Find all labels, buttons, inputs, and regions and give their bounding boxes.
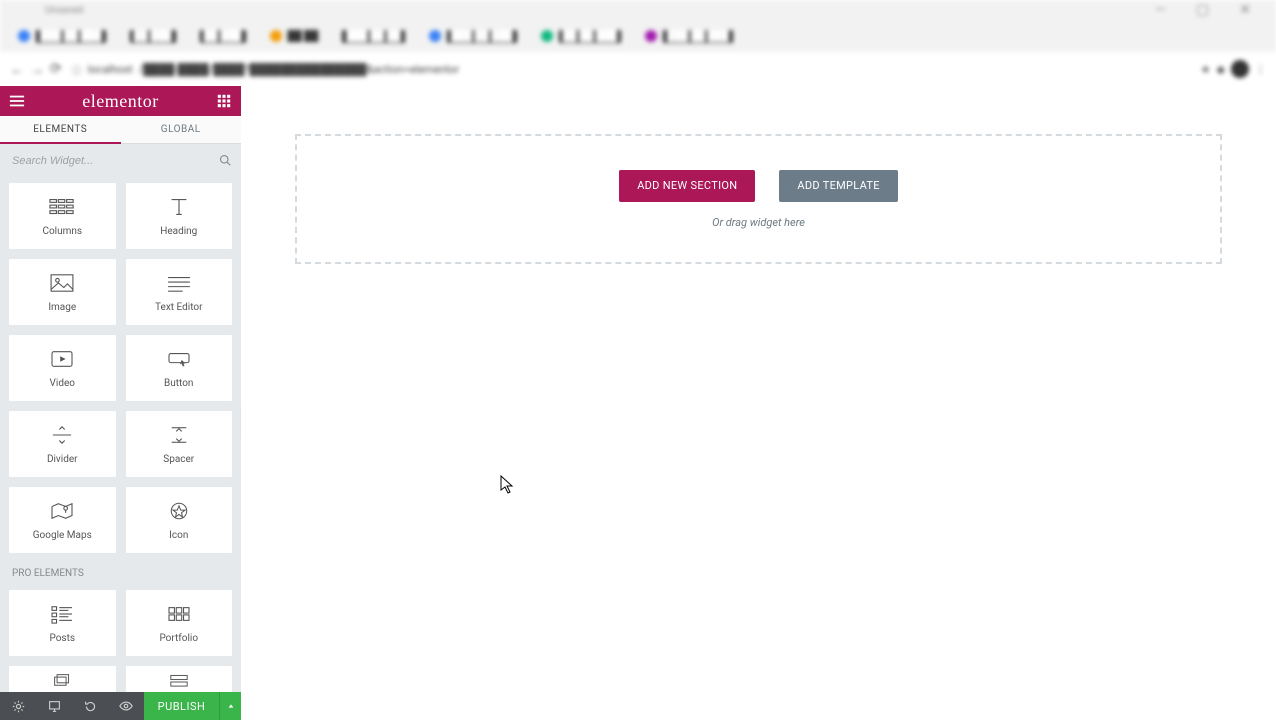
sidebar-tabs: ELEMENTS GLOBAL — [0, 116, 241, 144]
sidebar-header: elementor — [0, 86, 241, 116]
browser-tabstrip[interactable]: ███ ██ ███ ██ ███ ██ ███ ██ ██ ███ ██ ██… — [0, 20, 1276, 52]
nav-back-icon[interactable]: ← — [10, 61, 24, 78]
widget-label: Button — [164, 378, 193, 389]
widget-label: Google Maps — [33, 530, 92, 541]
widget-label: Spacer — [163, 454, 194, 465]
nav-forward-icon[interactable]: → — [30, 61, 44, 78]
widget-label: Columns — [42, 226, 82, 237]
widget-heading[interactable]: Heading — [125, 182, 234, 250]
image-icon — [49, 272, 75, 294]
history-button[interactable] — [72, 692, 108, 720]
info-icon: ⓘ — [72, 62, 82, 77]
ext-icon[interactable]: ◆ — [1217, 63, 1225, 76]
posts-icon — [49, 603, 75, 625]
window-close-icon[interactable]: ✕ — [1239, 2, 1251, 18]
nav-reload-icon[interactable]: ⟳ — [50, 61, 62, 77]
widget-video[interactable]: Video — [8, 334, 117, 402]
widget-text-editor[interactable]: Text Editor — [125, 258, 234, 326]
text-editor-icon — [166, 272, 192, 294]
menu-icon[interactable] — [8, 92, 26, 110]
search-input[interactable] — [10, 154, 219, 168]
editor-canvas[interactable]: ADD NEW SECTION ADD TEMPLATE Or drag wid… — [241, 86, 1276, 720]
tab-elements[interactable]: ELEMENTS — [0, 116, 121, 144]
pro-elements-heading: PRO ELEMENTS — [8, 554, 233, 585]
widget-icon[interactable]: Icon — [125, 486, 234, 554]
heading-icon — [166, 196, 192, 218]
button-icon — [166, 348, 192, 370]
google-maps-icon — [49, 500, 75, 522]
url-text: localhost — [88, 63, 133, 76]
elementor-editor: elementor ELEMENTS GLOBAL — [0, 86, 1276, 720]
add-template-button[interactable]: ADD TEMPLATE — [779, 170, 897, 202]
editor-sidebar: elementor ELEMENTS GLOBAL — [0, 86, 241, 720]
divider-icon — [49, 424, 75, 446]
portfolio-icon — [166, 603, 192, 625]
window-minimize-icon[interactable]: — — [1155, 2, 1166, 18]
widget-partial[interactable] — [8, 665, 117, 692]
new-section-dropzone[interactable]: ADD NEW SECTION ADD TEMPLATE Or drag wid… — [295, 134, 1222, 264]
search-icon[interactable] — [219, 154, 231, 169]
bookmark-icon[interactable]: ★ — [1201, 63, 1211, 76]
widget-partial[interactable] — [125, 665, 234, 692]
drag-hint-text: Or drag widget here — [712, 216, 805, 229]
settings-button[interactable] — [0, 692, 36, 720]
window-maximize-icon[interactable]: ▢ — [1196, 2, 1209, 18]
widget-list[interactable]: Columns Heading — [0, 178, 241, 692]
widget-divider[interactable]: Divider — [8, 410, 117, 478]
star-icon — [166, 500, 192, 522]
browser-menu-icon[interactable]: ⋮ — [1255, 63, 1266, 76]
widget-label: Divider — [47, 454, 78, 465]
browser-address-bar[interactable]: ← → ⟳ ⓘ localhost /████-████/████?██████… — [0, 52, 1276, 86]
responsive-button[interactable] — [36, 692, 72, 720]
publish-options-button[interactable] — [219, 692, 241, 720]
widget-label: Text Editor — [155, 302, 202, 313]
widget-label: Video — [50, 378, 75, 389]
widget-search-row — [0, 144, 241, 178]
video-icon — [49, 348, 75, 370]
preview-button[interactable] — [108, 692, 144, 720]
form-icon — [166, 671, 192, 692]
profile-avatar[interactable] — [1231, 60, 1249, 78]
widget-portfolio[interactable]: Portfolio — [125, 589, 234, 657]
widget-label: Image — [48, 302, 76, 313]
widget-label: Posts — [49, 633, 75, 644]
widgets-panel-icon[interactable] — [215, 92, 233, 110]
widget-label: Portfolio — [159, 633, 198, 644]
tab-global[interactable]: GLOBAL — [121, 116, 242, 143]
widget-columns[interactable]: Columns — [8, 182, 117, 250]
gallery-icon — [49, 671, 75, 692]
widget-spacer[interactable]: Spacer — [125, 410, 234, 478]
widget-button[interactable]: Button — [125, 334, 234, 402]
widget-image[interactable]: Image — [8, 258, 117, 326]
window-title: Unsaved — [45, 5, 83, 16]
elementor-logo: elementor — [82, 92, 158, 110]
add-new-section-button[interactable]: ADD NEW SECTION — [619, 170, 755, 202]
spacer-icon — [166, 424, 192, 446]
browser-chrome: Unsaved — ▢ ✕ ███ ██ ███ ██ ███ ██ ███ █… — [0, 0, 1276, 86]
sidebar-footer: PUBLISH — [0, 692, 241, 720]
widget-posts[interactable]: Posts — [8, 589, 117, 657]
publish-button[interactable]: PUBLISH — [144, 692, 219, 720]
columns-icon — [49, 196, 75, 218]
widget-label: Heading — [160, 226, 197, 237]
widget-google-maps[interactable]: Google Maps — [8, 486, 117, 554]
widget-label: Icon — [169, 530, 188, 541]
